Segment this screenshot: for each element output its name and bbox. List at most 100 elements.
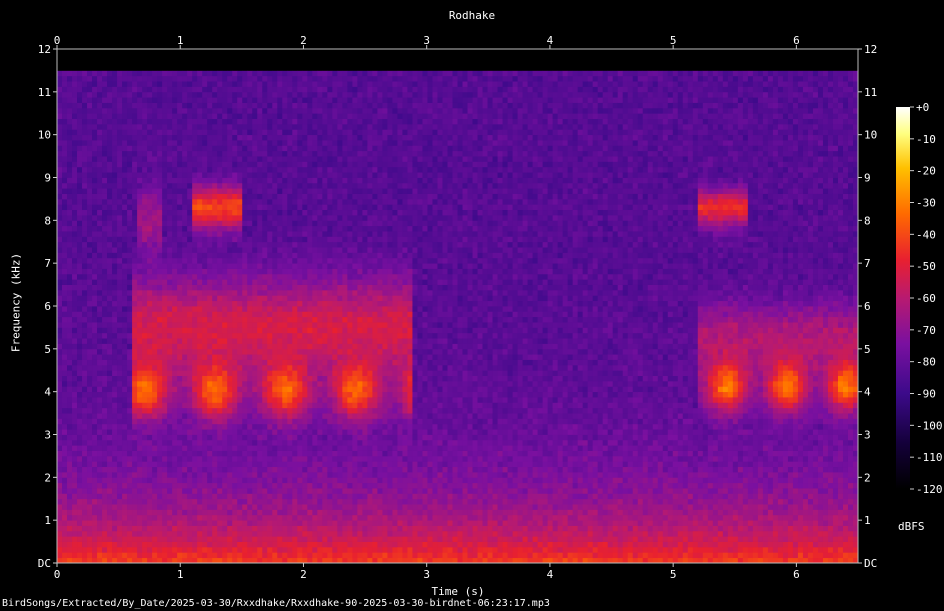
spectrogram-cell (97, 418, 103, 425)
spectrogram-cell (252, 225, 258, 232)
spectrogram-cell (57, 343, 63, 350)
spectrogram-cell (97, 70, 103, 77)
spectrogram-cell (142, 530, 148, 537)
spectrogram-cell (182, 364, 188, 371)
spectrogram-cell (262, 150, 268, 157)
spectrogram-cell (302, 150, 308, 157)
spectrogram-cell (167, 466, 173, 473)
spectrogram-cell (102, 413, 108, 419)
spectrogram-cell (122, 268, 128, 275)
spectrogram-cell (162, 450, 168, 457)
spectrogram-cell (247, 466, 253, 473)
spectrogram-cell (82, 413, 88, 419)
spectrogram-cell (292, 536, 298, 542)
spectrogram-cell (257, 91, 263, 98)
spectrogram-cell (92, 530, 98, 537)
spectrogram-cell (107, 423, 113, 430)
spectrogram-cell (142, 332, 148, 339)
spectrogram-cell (212, 65, 218, 71)
spectrogram-cell (227, 338, 233, 344)
spectrogram-cell (227, 102, 233, 109)
spectrogram-cell (177, 284, 183, 291)
spectrogram-cell (132, 509, 138, 516)
spectrogram-cell (267, 81, 273, 87)
spectrogram-cell (137, 54, 143, 61)
spectrogram-cell (102, 322, 108, 328)
spectrogram-cell (147, 172, 153, 178)
spectrogram-cell (287, 97, 293, 103)
spectrogram-cell (307, 434, 313, 441)
spectrogram-cell (222, 322, 228, 328)
spectrogram-cell (117, 204, 123, 211)
spectrogram-cell (257, 322, 263, 328)
spectrogram-cell (67, 134, 73, 141)
spectrogram-cell (172, 247, 178, 253)
spectrogram-cell (112, 364, 118, 371)
spectrogram-cell (57, 225, 63, 232)
spectrogram-cell (292, 455, 298, 462)
spectrogram-cell (222, 140, 228, 146)
spectrogram-cell (117, 552, 123, 559)
spectrogram-cell (292, 182, 298, 189)
spectrogram-cell (227, 423, 233, 430)
spectrogram-cell (212, 359, 218, 366)
spectrogram-cell (132, 461, 138, 468)
spectrogram-cell (227, 445, 233, 451)
spectrogram-cell (307, 322, 313, 328)
spectrogram-cell (202, 161, 208, 168)
spectrogram-cell (187, 413, 193, 419)
spectrogram-cell (62, 546, 68, 553)
spectrogram-cell (112, 423, 118, 430)
spectrogram-cell (312, 434, 318, 441)
spectrogram-cell (182, 327, 188, 334)
spectrogram-cell (172, 536, 178, 542)
spectrogram-cell (97, 54, 103, 61)
spectrogram-cell (157, 102, 163, 109)
spectrogram-cell (127, 402, 133, 409)
spectrogram-cell (152, 370, 158, 376)
spectrogram-cell (167, 450, 173, 457)
spectrogram-cell (242, 380, 248, 387)
spectrogram-cell (217, 86, 223, 93)
spectrogram-cell (202, 75, 208, 82)
spectrogram-cell (232, 86, 238, 93)
spectrogram-cell (167, 150, 173, 157)
spectrogram-cell (277, 289, 283, 296)
spectrogram-cell (312, 263, 318, 269)
spectrogram-cell (202, 241, 208, 248)
spectrogram-cell (242, 316, 248, 323)
spectrogram-cell (67, 86, 73, 93)
spectrogram-cell (127, 279, 133, 285)
spectrogram-cell (277, 316, 283, 323)
spectrogram-cell (147, 161, 153, 168)
spectrogram-cell (242, 49, 248, 55)
spectrogram-cell (192, 429, 198, 435)
spectrogram-cell (292, 466, 298, 473)
spectrogram-cell (167, 311, 173, 318)
spectrogram-cell (237, 364, 243, 371)
spectrogram-cell (127, 386, 133, 393)
spectrogram-cell (122, 429, 128, 435)
spectrogram-cell (122, 252, 128, 259)
spectrogram-cell (147, 241, 153, 248)
spectrogram-cell (57, 231, 63, 237)
spectrogram-cell (172, 332, 178, 339)
spectrogram-cell (207, 455, 213, 462)
spectrogram-cell (122, 546, 128, 553)
spectrogram-cell (212, 332, 218, 339)
spectrogram-cell (92, 193, 98, 200)
spectrogram-cell (92, 418, 98, 425)
spectrogram-cell (62, 145, 68, 152)
spectrogram-cell (72, 354, 78, 360)
spectrogram-cell (132, 220, 138, 227)
spectrogram-cell (277, 332, 283, 339)
spectrogram-cell (137, 257, 143, 264)
spectrogram-cell (102, 247, 108, 253)
spectrogram-cell (177, 75, 183, 82)
spectrogram-cell (82, 182, 88, 189)
spectrogram-cell (137, 236, 143, 243)
spectrogram-cell (117, 364, 123, 371)
spectrogram-cell (282, 118, 288, 125)
spectrogram-cell (77, 514, 83, 521)
spectrogram-cell (287, 455, 293, 462)
